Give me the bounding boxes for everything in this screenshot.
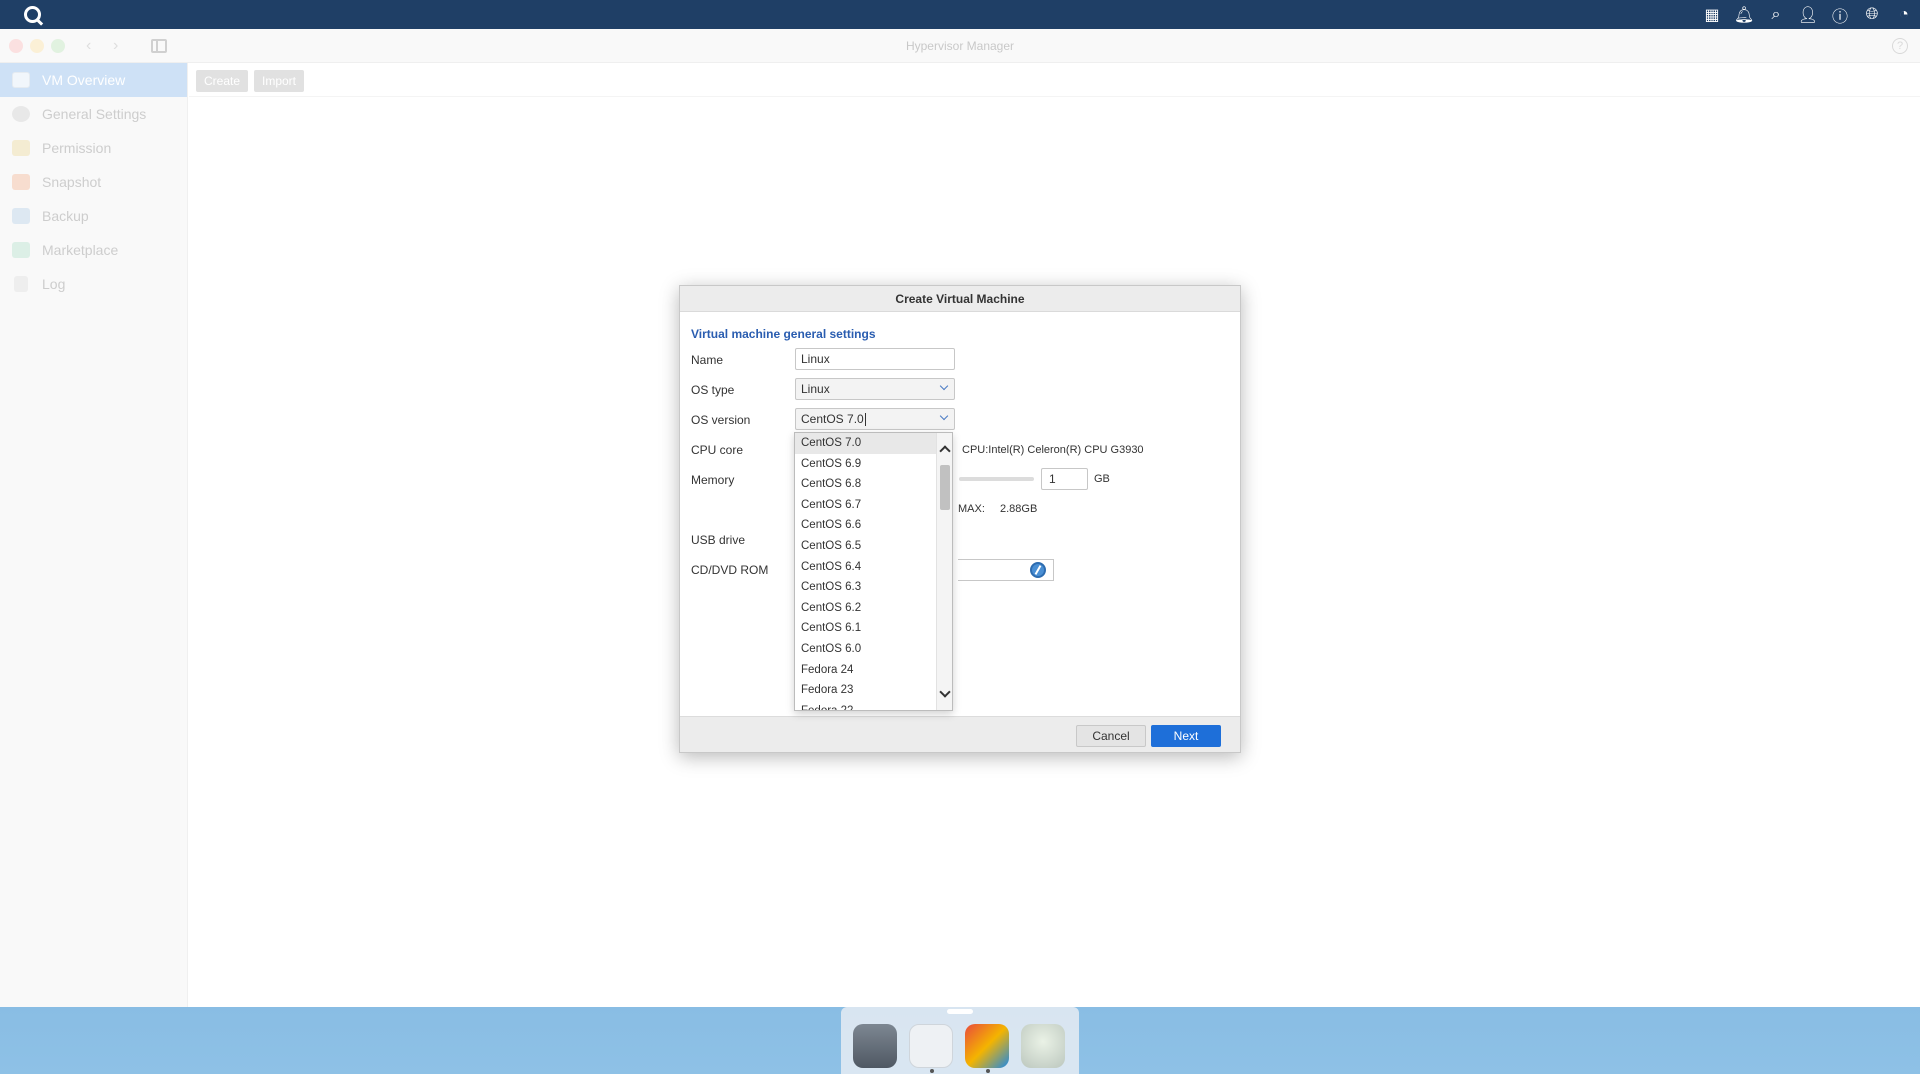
name-label: Name [691, 353, 724, 367]
os-type-value: Linux [801, 382, 830, 396]
notification-bell-icon[interactable]: 🔔︎ [1728, 0, 1760, 29]
scrollbar-thumb[interactable] [940, 465, 950, 510]
create-vm-dialog: Create Virtual Machine Virtual machine g… [679, 285, 1241, 753]
scroll-down-arrow-icon[interactable] [939, 686, 951, 698]
dock-app-grid-icon[interactable] [909, 1024, 953, 1068]
help-icon[interactable]: ⓘ [1824, 0, 1856, 29]
dropdown-scrollbar[interactable] [936, 433, 952, 710]
os-version-option[interactable]: CentOS 6.0 [795, 639, 936, 660]
dock-control-panel-icon[interactable] [853, 1024, 897, 1068]
usb-drive-label: USB drive [691, 533, 746, 547]
os-version-option[interactable]: CentOS 6.9 [795, 454, 936, 475]
os-type-label: OS type [691, 383, 735, 397]
cpu-core-label: CPU core [691, 443, 744, 457]
cancel-button[interactable]: Cancel [1076, 725, 1146, 747]
browse-globe-icon[interactable] [1030, 562, 1046, 578]
os-version-options: CentOS 7.0 CentOS 6.9 CentOS 6.8 CentOS 6.7… [795, 433, 936, 710]
os-version-value: CentOS 7.0 [801, 412, 864, 426]
top-menu-bar: ▦ 🔔︎ ⌕ 👤︎ ⓘ 🌐︎ ◔ [0, 0, 1920, 29]
os-version-option[interactable]: CentOS 6.6 [795, 515, 936, 536]
os-version-dropdown: CentOS 7.0 CentOS 6.9 CentOS 6.8 CentOS 6.7… [794, 432, 953, 711]
dialog-title: Create Virtual Machine [680, 286, 1240, 312]
cpu-info-text: CPU:Intel(R) Celeron(R) CPU G3930 [962, 444, 1144, 456]
memory-input[interactable]: 1 [1041, 468, 1088, 490]
task-manager-icon[interactable]: ▦ [1696, 0, 1728, 29]
os-version-option[interactable]: CentOS 6.7 [795, 495, 936, 516]
os-type-select[interactable]: Linux [795, 378, 955, 400]
qts-logo-icon[interactable] [24, 6, 41, 23]
memory-label: Memory [691, 473, 735, 487]
text-caret [864, 413, 866, 427]
language-globe-icon[interactable]: 🌐︎ [1856, 0, 1888, 29]
os-version-option[interactable]: CentOS 6.2 [795, 598, 936, 619]
dock-recycle-bin-icon[interactable] [1021, 1024, 1065, 1068]
os-version-option[interactable]: Fedora 22 [795, 701, 936, 710]
os-version-option[interactable]: CentOS 7.0 [795, 433, 936, 454]
cd-dvd-rom-label: CD/DVD ROM [691, 563, 769, 577]
os-version-option[interactable]: CentOS 6.5 [795, 536, 936, 557]
user-icon[interactable]: 👤︎ [1792, 0, 1824, 29]
memory-slider[interactable] [959, 477, 1034, 481]
scroll-up-arrow-icon[interactable] [939, 445, 951, 457]
memory-unit: GB [1094, 473, 1110, 485]
dock-running-indicator [930, 1069, 934, 1073]
dialog-footer: Cancel Next [680, 716, 1240, 752]
top-bar-icons: ▦ 🔔︎ ⌕ 👤︎ ⓘ 🌐︎ ◔ [1696, 0, 1920, 29]
os-version-select[interactable]: CentOS 7.0 [795, 408, 955, 430]
dock-running-indicator [986, 1069, 990, 1073]
os-version-option[interactable]: Fedora 23 [795, 680, 936, 701]
dashboard-icon[interactable]: ◔ [1888, 0, 1920, 29]
os-version-option[interactable]: CentOS 6.4 [795, 557, 936, 578]
os-version-option[interactable]: CentOS 6.3 [795, 577, 936, 598]
chevron-down-icon [939, 381, 949, 391]
memory-max-label: MAX: [958, 503, 985, 515]
os-version-option[interactable]: Fedora 24 [795, 660, 936, 681]
section-title: Virtual machine general settings [691, 327, 876, 341]
next-button[interactable]: Next [1151, 725, 1221, 747]
dock-hypervisor-manager-icon[interactable] [965, 1024, 1009, 1068]
os-version-option[interactable]: CentOS 6.8 [795, 474, 936, 495]
os-version-option[interactable]: CentOS 6.1 [795, 618, 936, 639]
os-version-label: OS version [691, 413, 751, 427]
dock-handle[interactable] [947, 1009, 973, 1014]
memory-max-value: 2.88GB [1000, 503, 1038, 515]
chevron-down-icon [939, 411, 949, 421]
search-icon[interactable]: ⌕ [1760, 0, 1792, 29]
name-input[interactable]: Linux [795, 348, 955, 370]
